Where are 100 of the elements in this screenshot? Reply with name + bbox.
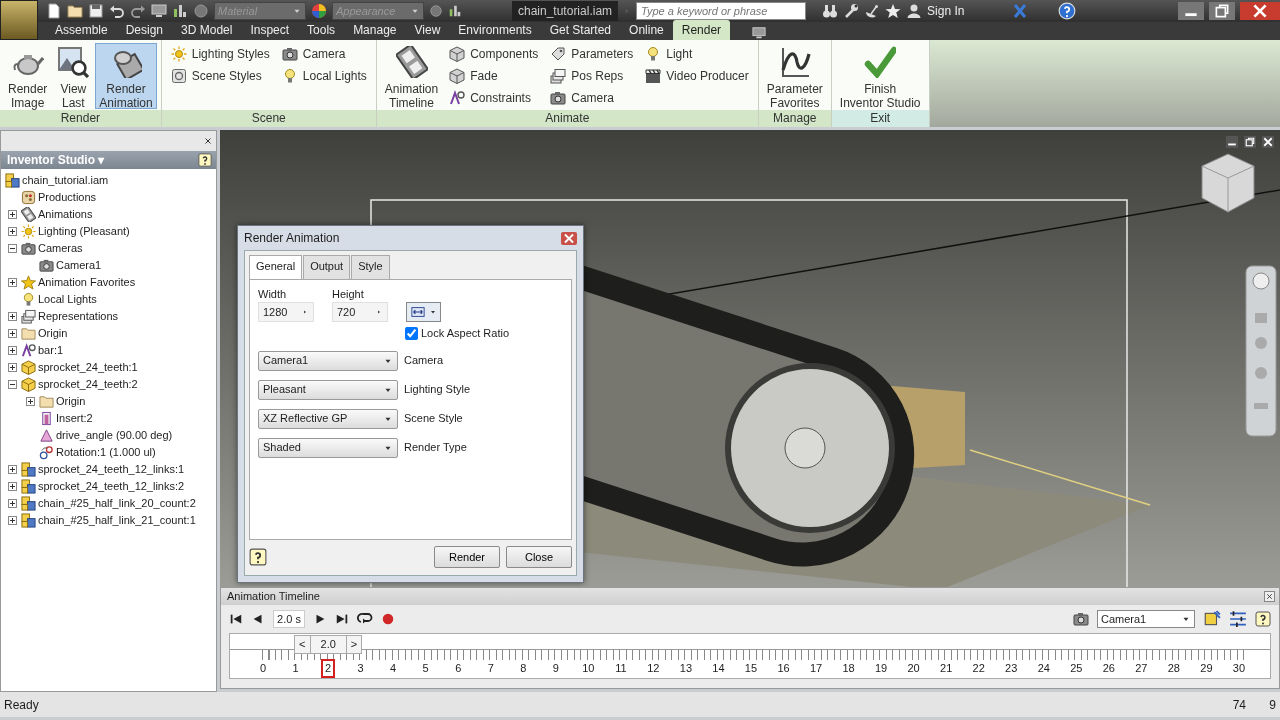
- ribbon-button[interactable]: Animation Timeline: [380, 43, 443, 109]
- tree-item[interactable]: sprocket_24_teeth_12_links:1: [38, 461, 185, 478]
- playhead[interactable]: [321, 659, 336, 678]
- restore-icon[interactable]: [1209, 2, 1235, 20]
- tree-item[interactable]: chain_#25_half_link_20_count:2: [38, 495, 196, 512]
- next-button[interactable]: >: [346, 636, 362, 653]
- ribbon-button[interactable]: Video Producer: [640, 65, 754, 87]
- close-icon[interactable]: [1264, 591, 1275, 602]
- redo-icon[interactable]: [130, 3, 146, 19]
- ribbon-button[interactable]: Pos Reps: [545, 65, 639, 87]
- help-icon[interactable]: [249, 548, 267, 566]
- sign-in-link[interactable]: Sign In: [927, 2, 1008, 20]
- ribbon-button[interactable]: Camera: [276, 43, 372, 65]
- tree-item[interactable]: Animations: [38, 206, 93, 223]
- tree-item[interactable]: sprocket_24_teeth:1: [38, 359, 138, 376]
- tree-item[interactable]: Camera1: [56, 257, 102, 274]
- expand-toggle[interactable]: [7, 363, 17, 372]
- expand-toggle[interactable]: [7, 499, 17, 508]
- tree-item[interactable]: sprocket_24_teeth_12_links:2: [38, 478, 185, 495]
- restore-icon[interactable]: [1244, 136, 1256, 148]
- navigation-bar[interactable]: [1245, 265, 1277, 437]
- tree-item[interactable]: Rotation:1 (1.000 ul): [56, 444, 156, 461]
- ribbon-button[interactable]: Components: [444, 43, 544, 65]
- tree-item[interactable]: Cameras: [38, 240, 83, 257]
- tree-item[interactable]: chain_#25_half_link_21_count:1: [38, 512, 196, 529]
- expand-toggle[interactable]: [7, 465, 17, 474]
- fit-button[interactable]: [406, 302, 441, 322]
- x-icon[interactable]: [1012, 3, 1029, 19]
- tree-item[interactable]: Productions: [38, 189, 97, 206]
- tree-item[interactable]: Insert:2: [56, 410, 93, 427]
- tree-item[interactable]: chain_tutorial.iam: [22, 172, 109, 189]
- close-icon[interactable]: [561, 231, 577, 245]
- ribbon-button[interactable]: Finish Inventor Studio: [835, 43, 925, 109]
- skip-to-start-icon[interactable]: [229, 612, 243, 626]
- expand-toggle[interactable]: [7, 380, 17, 389]
- ribbon-button[interactable]: Light: [640, 43, 754, 65]
- ribbon-button[interactable]: Camera: [545, 87, 639, 109]
- height-field[interactable]: 720: [332, 302, 388, 322]
- monitor-icon[interactable]: [151, 3, 167, 19]
- expand-toggle[interactable]: [25, 397, 35, 406]
- open-icon[interactable]: [67, 3, 83, 19]
- dropdown[interactable]: Shaded: [258, 437, 398, 458]
- close-icon[interactable]: [1240, 2, 1280, 20]
- view-cube[interactable]: [1200, 152, 1256, 214]
- dropdown[interactable]: Pleasant: [258, 379, 398, 400]
- ribbon-button[interactable]: Parameters: [545, 43, 639, 65]
- circle-icon[interactable]: [193, 3, 209, 19]
- undo-icon[interactable]: [109, 3, 125, 19]
- chart-icon[interactable]: [448, 4, 462, 18]
- camera-icon[interactable]: [1073, 611, 1089, 627]
- tree-item[interactable]: Lighting (Pleasant): [38, 223, 130, 240]
- menu-tab[interactable]: 3D Model: [172, 20, 242, 40]
- skip-to-end-icon[interactable]: [335, 612, 349, 626]
- expand-toggle[interactable]: [7, 312, 17, 321]
- record-icon[interactable]: [381, 612, 395, 626]
- expand-toggle[interactable]: [7, 227, 17, 236]
- tree-item[interactable]: Origin: [38, 325, 68, 342]
- tree-item[interactable]: Animation Favorites: [38, 274, 136, 291]
- time-field[interactable]: 2.0 s: [273, 610, 305, 628]
- previous-button[interactable]: <: [295, 636, 310, 653]
- menu-tab[interactable]: Get Started: [540, 20, 621, 40]
- checkbox[interactable]: [405, 326, 418, 340]
- tree-item[interactable]: bar:1: [38, 342, 64, 359]
- help-icon[interactable]: [1255, 611, 1271, 627]
- menu-tab[interactable]: Manage: [344, 20, 406, 40]
- search-field[interactable]: Type a keyword or phrase: [636, 2, 807, 20]
- tab[interactable]: Style: [351, 255, 390, 279]
- menu-tab[interactable]: Design: [116, 20, 173, 40]
- ribbon-button[interactable]: Fade: [444, 65, 544, 87]
- star-icon[interactable]: [885, 3, 902, 19]
- dialog-button[interactable]: Render: [434, 546, 500, 568]
- expand-toggle[interactable]: [7, 346, 17, 355]
- ribbon-button[interactable]: Constraints: [444, 87, 544, 109]
- tree-item[interactable]: Origin: [56, 393, 86, 410]
- ribbon-button[interactable]: Render Animation: [95, 43, 157, 109]
- close-icon[interactable]: [203, 136, 213, 146]
- expand-toggle[interactable]: [7, 210, 17, 219]
- width-field[interactable]: 1280: [258, 302, 314, 322]
- expand-toggle[interactable]: [7, 278, 17, 287]
- menu-tab[interactable]: View: [405, 20, 450, 40]
- keyframe-icon[interactable]: [1203, 610, 1221, 628]
- help-icon[interactable]: [198, 153, 212, 167]
- new-icon[interactable]: [46, 3, 62, 19]
- tree-item[interactable]: sprocket_24_teeth:2: [38, 376, 138, 393]
- document-tab[interactable]: chain_tutorial.iam: [512, 1, 619, 21]
- tab[interactable]: General: [249, 255, 303, 279]
- binoculars-icon[interactable]: [822, 3, 839, 19]
- minimize-icon[interactable]: [1178, 2, 1204, 20]
- chart-icon[interactable]: [172, 3, 188, 19]
- dialog-button[interactable]: Close: [506, 546, 572, 568]
- menu-tab[interactable]: Online: [620, 20, 673, 40]
- menu-tab[interactable]: Inspect: [241, 20, 299, 40]
- ribbon-button[interactable]: Parameter Favorites: [762, 43, 827, 109]
- ribbon-button[interactable]: View Last: [53, 43, 94, 109]
- ribbon-button[interactable]: Lighting Styles: [165, 43, 275, 65]
- color-wheel-icon[interactable]: [311, 3, 327, 19]
- wrench-icon[interactable]: [843, 3, 860, 19]
- dropdown[interactable]: Camera1: [258, 350, 398, 371]
- ribbon-button[interactable]: Local Lights: [276, 65, 372, 87]
- ribbon-button[interactable]: Scene Styles: [165, 65, 275, 87]
